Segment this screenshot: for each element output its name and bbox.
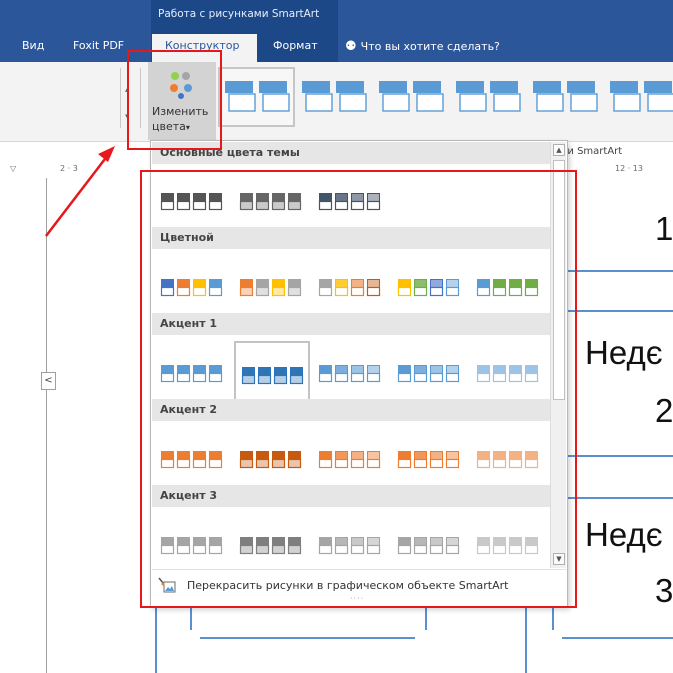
annotation-arrow-icon (45, 146, 115, 237)
